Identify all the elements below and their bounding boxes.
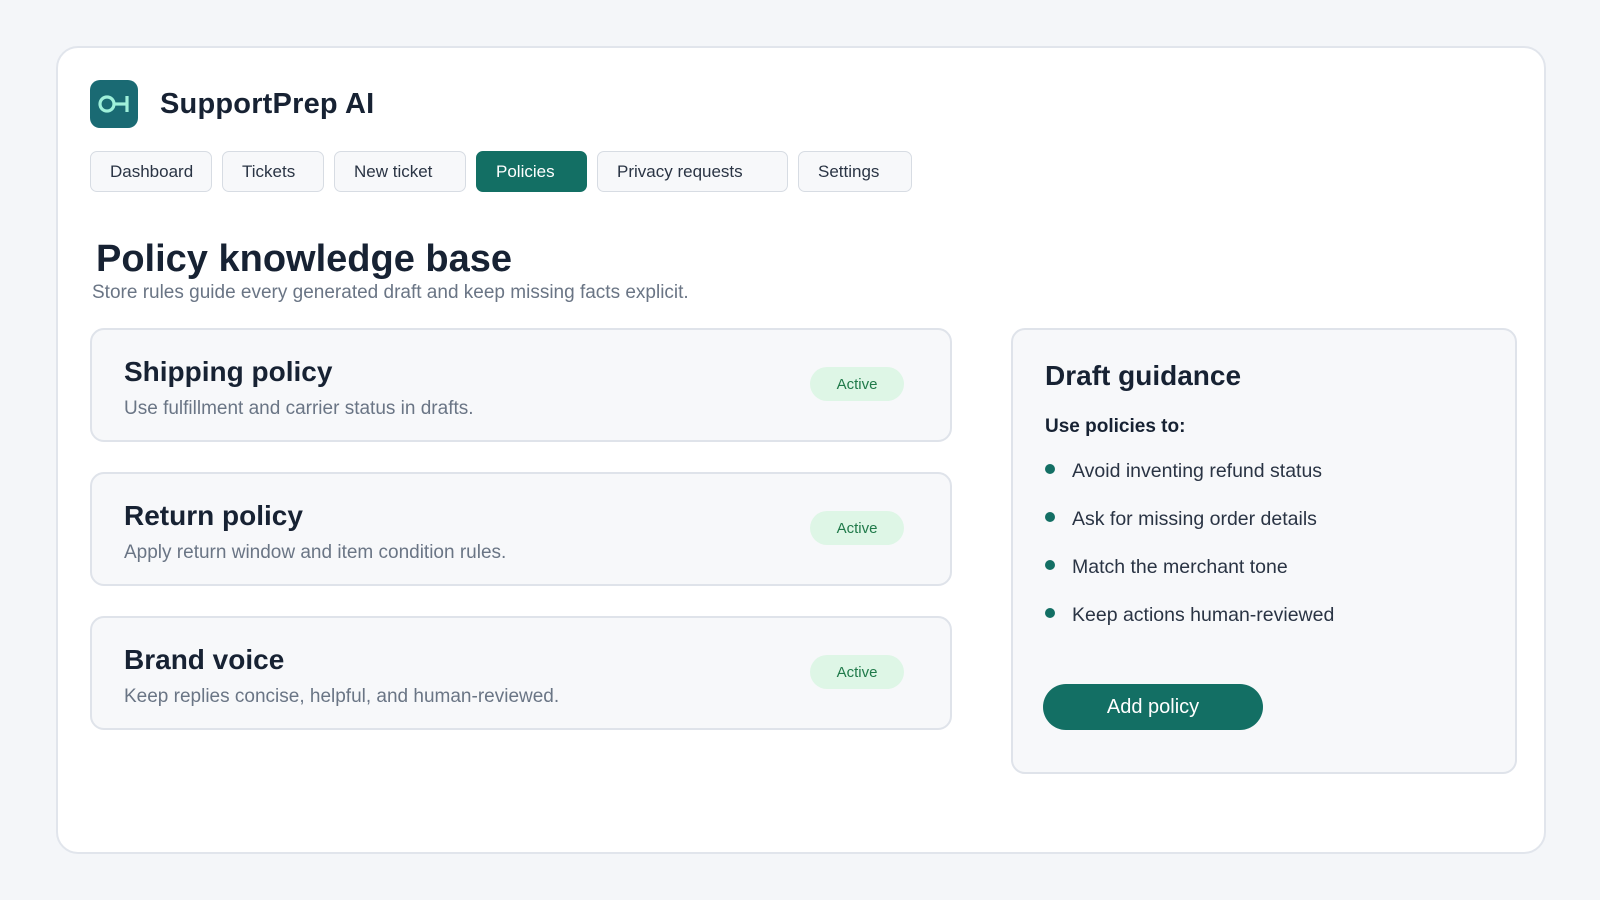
bullet-icon <box>1045 608 1055 618</box>
policy-description: Keep replies concise, helpful, and human… <box>124 686 560 707</box>
tab-tickets[interactable]: Tickets <box>222 151 324 192</box>
tab-settings[interactable]: Settings <box>798 151 912 192</box>
guidance-title: Draft guidance <box>1045 360 1242 391</box>
tab-dashboard[interactable]: Dashboard <box>90 151 212 192</box>
status-badge: Active <box>810 367 904 401</box>
tab-new-ticket[interactable]: New ticket <box>334 151 466 192</box>
policy-title: Brand voice <box>124 644 285 675</box>
list-item-label: Avoid inventing refund status <box>1072 460 1323 482</box>
policy-title: Shipping policy <box>124 356 333 387</box>
draft-guidance-panel: Draft guidance Use policies to: Avoid in… <box>1011 328 1517 774</box>
list-item-label: Ask for missing order details <box>1072 508 1317 530</box>
tab-policies[interactable]: Policies <box>476 151 587 192</box>
app-name: SupportPrep AI <box>160 87 375 120</box>
app-window: SupportPrep AI Dashboard Tickets New tic… <box>56 46 1546 854</box>
add-policy-button[interactable]: Add policy <box>1043 684 1263 730</box>
nav-tabs: Dashboard Tickets New ticket Policies Pr… <box>90 151 912 192</box>
logo-icon <box>90 80 138 128</box>
guidance-subtitle: Use policies to: <box>1045 416 1186 437</box>
list-item: Ask for missing order details <box>1045 508 1334 556</box>
list-item-label: Keep actions human-reviewed <box>1072 604 1335 626</box>
list-item: Avoid inventing refund status <box>1045 460 1334 508</box>
page-title: Policy knowledge base <box>96 238 513 280</box>
list-item-label: Match the merchant tone <box>1072 556 1288 578</box>
status-badge: Active <box>810 655 904 689</box>
bullet-icon <box>1045 464 1055 474</box>
bullet-icon <box>1045 560 1055 570</box>
list-item: Keep actions human-reviewed <box>1045 604 1334 652</box>
policy-card-brand-voice[interactable]: Brand voice Keep replies concise, helpfu… <box>90 616 952 730</box>
policy-description: Use fulfillment and carrier status in dr… <box>124 398 474 419</box>
policy-card-shipping[interactable]: Shipping policy Use fulfillment and carr… <box>90 328 952 442</box>
guidance-list: Avoid inventing refund status Ask for mi… <box>1045 460 1334 652</box>
policy-title: Return policy <box>124 500 303 531</box>
list-item: Match the merchant tone <box>1045 556 1334 604</box>
page-subtitle: Store rules guide every generated draft … <box>92 282 689 303</box>
status-badge: Active <box>810 511 904 545</box>
bullet-icon <box>1045 512 1055 522</box>
tab-privacy-requests[interactable]: Privacy requests <box>597 151 788 192</box>
policy-description: Apply return window and item condition r… <box>124 542 507 563</box>
policy-card-return[interactable]: Return policy Apply return window and it… <box>90 472 952 586</box>
brand: SupportPrep AI <box>90 80 374 128</box>
